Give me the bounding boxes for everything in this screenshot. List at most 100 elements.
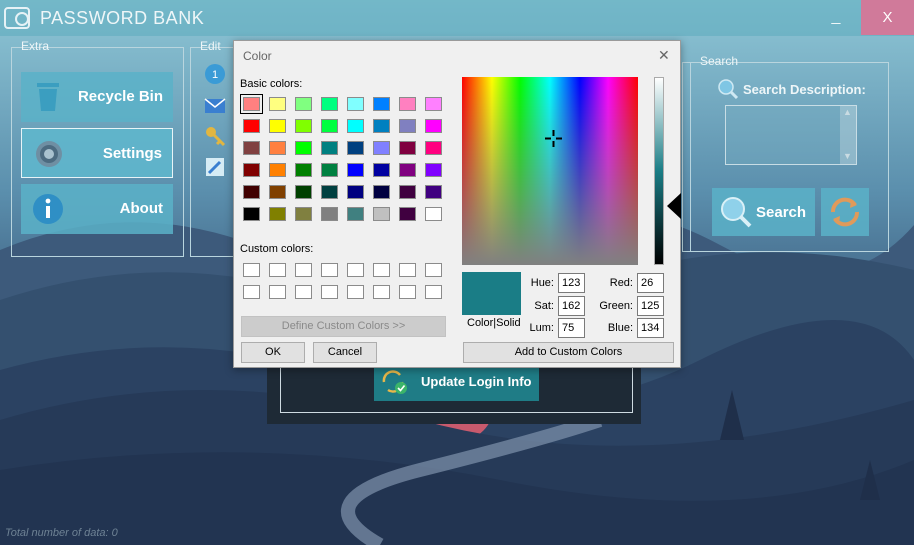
basic-color-swatch[interactable] [347,207,364,221]
scroll-down-icon[interactable]: ▼ [843,151,852,161]
basic-color-swatch[interactable] [399,119,416,133]
refresh-check-icon [382,370,407,394]
custom-color-swatch[interactable] [321,285,338,299]
custom-color-swatch[interactable] [243,285,260,299]
basic-color-swatch[interactable] [373,207,390,221]
basic-color-swatch[interactable] [269,163,286,177]
cancel-button[interactable]: Cancel [313,342,377,363]
custom-color-swatch[interactable] [347,263,364,277]
basic-color-swatch[interactable] [269,119,286,133]
custom-color-swatch[interactable] [399,263,416,277]
basic-color-swatch[interactable] [425,207,442,221]
basic-color-swatch[interactable] [321,119,338,133]
green-field[interactable]: 125 [637,296,664,316]
custom-color-swatch[interactable] [243,263,260,277]
custom-color-swatch[interactable] [399,285,416,299]
basic-color-swatch[interactable] [425,141,442,155]
search-input-scrollbar[interactable]: ▲ ▼ [840,106,856,164]
basic-color-swatch[interactable] [347,185,364,199]
recycle-bin-button[interactable]: Recycle Bin [21,72,173,122]
custom-color-swatch[interactable] [373,285,390,299]
color-spectrum[interactable] [462,77,638,265]
basic-color-swatch[interactable] [373,185,390,199]
basic-color-swatch[interactable] [347,141,364,155]
basic-color-swatch[interactable] [373,119,390,133]
color-dialog: Color ✕ Basic colors: Custom colors: Def… [233,40,681,368]
refresh-button[interactable] [821,188,869,236]
settings-button[interactable]: Settings [21,128,173,178]
basic-color-swatch[interactable] [269,185,286,199]
recycle-bin-label: Recycle Bin [77,88,163,105]
define-custom-colors-button[interactable]: Define Custom Colors >> [241,316,446,337]
custom-color-swatch[interactable] [269,285,286,299]
search-description-input[interactable]: ▲ ▼ [725,105,857,165]
basic-color-swatch[interactable] [347,119,364,133]
basic-color-swatch[interactable] [321,141,338,155]
basic-color-swatch[interactable] [347,97,364,111]
basic-color-swatch[interactable] [295,163,312,177]
basic-color-swatch[interactable] [269,97,286,111]
basic-color-swatch[interactable] [321,207,338,221]
custom-color-swatch[interactable] [425,285,442,299]
luminosity-arrow-icon[interactable] [667,193,681,219]
basic-color-swatch[interactable] [425,119,442,133]
custom-color-swatch[interactable] [295,263,312,277]
ok-button[interactable]: OK [241,342,305,363]
luminosity-slider[interactable] [654,77,664,265]
hue-field[interactable]: 123 [558,273,585,293]
basic-color-swatch[interactable] [373,97,390,111]
about-button[interactable]: About [21,184,173,234]
basic-color-swatch[interactable] [243,185,260,199]
basic-color-swatch[interactable] [269,141,286,155]
blue-label: Blue: [607,322,633,334]
basic-color-swatch[interactable] [399,97,416,111]
red-field[interactable]: 26 [637,273,664,293]
basic-color-swatch[interactable] [243,163,260,177]
crosshair-icon[interactable] [543,128,564,149]
custom-color-swatch[interactable] [425,263,442,277]
search-button[interactable]: Search [712,188,815,236]
basic-color-swatch[interactable] [373,163,390,177]
custom-color-swatch[interactable] [295,285,312,299]
blue-field[interactable]: 134 [637,318,664,338]
basic-color-swatch[interactable] [321,185,338,199]
basic-color-swatch[interactable] [399,163,416,177]
basic-color-swatch[interactable] [243,119,260,133]
trash-icon [37,83,59,111]
basic-color-swatch[interactable] [269,207,286,221]
basic-color-swatch[interactable] [295,97,312,111]
mail-icon[interactable] [204,94,226,116]
basic-color-swatch[interactable] [399,185,416,199]
scroll-up-icon[interactable]: ▲ [843,107,852,117]
lum-field[interactable]: 75 [558,318,585,338]
number-one-icon[interactable]: 1 [204,63,226,85]
key-icon[interactable] [204,125,226,147]
basic-color-swatch[interactable] [295,119,312,133]
custom-color-swatch[interactable] [347,285,364,299]
basic-color-swatch[interactable] [321,163,338,177]
custom-color-swatch[interactable] [269,263,286,277]
basic-color-swatch[interactable] [399,141,416,155]
custom-color-swatch[interactable] [321,263,338,277]
sat-field[interactable]: 162 [558,296,585,316]
basic-color-swatch[interactable] [321,97,338,111]
custom-color-swatch[interactable] [373,263,390,277]
basic-color-swatch[interactable] [295,207,312,221]
close-icon[interactable]: ✕ [658,47,670,64]
add-to-custom-colors-button[interactable]: Add to Custom Colors [463,342,674,363]
update-login-info-button[interactable]: Update Login Info [374,363,539,401]
basic-color-swatch[interactable] [295,185,312,199]
basic-color-swatch[interactable] [243,207,260,221]
basic-color-swatch[interactable] [399,207,416,221]
basic-color-swatch[interactable] [240,94,263,114]
basic-color-swatch[interactable] [373,141,390,155]
basic-color-swatch[interactable] [295,141,312,155]
close-button[interactable]: X [861,0,914,35]
basic-color-swatch[interactable] [425,185,442,199]
minimize-button[interactable]: _ [826,4,846,30]
basic-color-swatch[interactable] [243,141,260,155]
pencil-icon[interactable] [204,156,226,178]
basic-color-swatch[interactable] [425,97,442,111]
basic-color-swatch[interactable] [425,163,442,177]
basic-color-swatch[interactable] [347,163,364,177]
